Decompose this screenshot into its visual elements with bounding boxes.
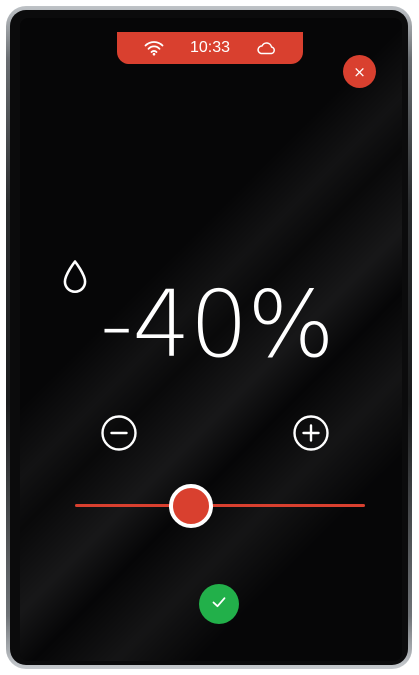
plus-circle-icon xyxy=(292,415,330,456)
cloud-icon xyxy=(256,41,276,55)
close-icon: × xyxy=(353,62,366,81)
wifi-icon xyxy=(144,40,164,56)
checkmark-icon xyxy=(209,592,229,616)
minus-circle-icon xyxy=(100,415,138,456)
close-button[interactable]: × xyxy=(343,55,376,88)
slider-track[interactable] xyxy=(75,504,365,507)
slider-thumb[interactable] xyxy=(169,484,213,528)
humidity-slider[interactable] xyxy=(75,484,365,528)
status-time: 10:33 xyxy=(189,39,231,56)
status-bar: 10:33 xyxy=(117,32,303,64)
increase-button[interactable] xyxy=(292,414,330,452)
confirm-button[interactable] xyxy=(199,584,239,624)
decrease-button[interactable] xyxy=(100,414,138,452)
humidity-value: -40% xyxy=(100,271,335,378)
